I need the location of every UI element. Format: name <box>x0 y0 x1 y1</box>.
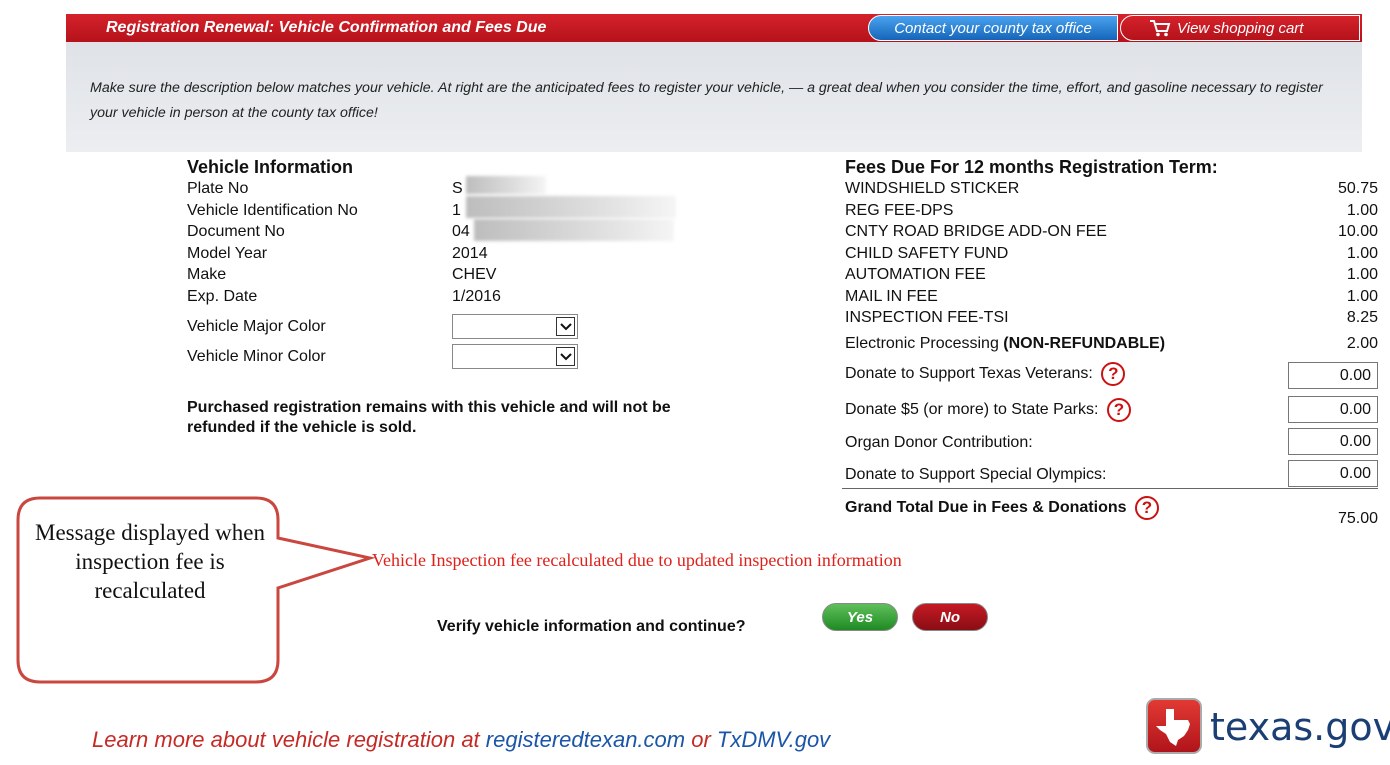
texas-gov-logo-icon <box>1146 698 1202 754</box>
txdmv-link[interactable]: TxDMV.gov <box>717 727 830 752</box>
redaction-blur <box>466 196 676 218</box>
model-year-value: 2014 <box>452 245 488 262</box>
fee-amount: 1.00 <box>1346 202 1378 219</box>
organ-donor-input[interactable]: 0.00 <box>1288 428 1378 455</box>
view-cart-button[interactable]: View shopping cart <box>1120 15 1360 41</box>
major-color-label: Vehicle Major Color <box>187 318 326 335</box>
model-year-label: Model Year <box>187 245 268 262</box>
fee-amount: 1.00 <box>1346 245 1378 262</box>
minor-color-select[interactable] <box>452 344 578 369</box>
plate-no-value: S <box>452 180 463 197</box>
fee-label: MAIL IN FEE <box>845 288 938 305</box>
make-value: CHEV <box>452 266 497 283</box>
vehicle-info-heading: Vehicle Information <box>187 157 354 177</box>
fee-label: AUTOMATION FEE <box>845 266 986 283</box>
exp-date-label: Exp. Date <box>187 288 258 305</box>
special-olympics-label: Donate to Support Special Olympics: <box>845 466 1107 483</box>
fee-amount: 1.00 <box>1346 288 1378 305</box>
document-no-label: Document No <box>187 223 285 240</box>
redaction-blur <box>474 219 674 241</box>
fee-amount: 50.75 <box>1337 180 1378 197</box>
electronic-processing-label: Electronic Processing (NON-REFUNDABLE) <box>845 333 1165 354</box>
exp-date-value: 1/2016 <box>452 288 501 305</box>
fee-amount: 10.00 <box>1337 223 1378 240</box>
recalculation-message: Vehicle Inspection fee recalculated due … <box>372 550 902 570</box>
footer-prefix: Learn more about vehicle registration at <box>92 727 486 752</box>
donation-state-parks-input[interactable]: 0.00 <box>1288 396 1378 423</box>
fee-label: CHILD SAFETY FUND <box>845 245 1009 262</box>
total-divider <box>842 488 1378 489</box>
intro-panel: Make sure the description below matches … <box>66 42 1362 152</box>
donation-label-text: Donate $5 (or more) to State Parks: <box>845 401 1099 419</box>
fee-label: INSPECTION FEE-TSI <box>845 309 1009 326</box>
document-no-value: 04 <box>452 223 470 240</box>
make-label: Make <box>187 266 227 283</box>
grand-total-label: Grand Total Due in Fees & Donations ? <box>845 496 1159 520</box>
electronic-processing-amount: 2.00 <box>1346 335 1378 352</box>
footer-text: Learn more about vehicle registration at… <box>92 727 830 753</box>
non-refundable-text: (NON-REFUNDABLE) <box>1003 335 1166 352</box>
major-color-select[interactable] <box>452 314 578 339</box>
verify-question: Verify vehicle information and continue? <box>437 618 746 635</box>
texas-gov-logo-text: texas.gov <box>1210 705 1390 749</box>
redaction-blur <box>466 176 546 194</box>
page-title: Registration Renewal: Vehicle Confirmati… <box>106 19 547 36</box>
grand-total-text: Grand Total Due in Fees & Donations <box>845 499 1127 517</box>
electronic-processing-text: Electronic Processing <box>845 335 999 352</box>
chevron-down-icon[interactable] <box>556 347 575 366</box>
chevron-down-icon[interactable] <box>556 317 575 336</box>
refund-notice: Purchased registration remains with this… <box>187 399 671 436</box>
callout-text: Message displayed when inspection fee is… <box>35 520 265 603</box>
fee-label: REG FEE-DPS <box>845 202 954 219</box>
fees-heading: Fees Due For 12 months Registration Term… <box>845 157 1218 177</box>
organ-donor-label: Organ Donor Contribution: <box>845 434 1033 451</box>
intro-text: Make sure the description below matches … <box>90 80 1323 121</box>
fee-label: CNTY ROAD BRIDGE ADD-ON FEE <box>845 223 1107 240</box>
registeredtexan-link[interactable]: registeredtexan.com <box>486 727 685 752</box>
yes-button[interactable]: Yes <box>822 603 898 631</box>
donation-veterans-input[interactable]: 0.00 <box>1288 362 1378 389</box>
vin-value: 1 <box>452 202 461 219</box>
plate-no-label: Plate No <box>187 180 249 197</box>
fee-label: WINDSHIELD STICKER <box>845 180 1020 197</box>
grand-total-amount: 75.00 <box>1337 510 1378 527</box>
shopping-cart-icon <box>1150 20 1171 37</box>
special-olympics-input[interactable]: 0.00 <box>1288 460 1378 487</box>
fee-amount: 1.00 <box>1346 266 1378 283</box>
view-cart-label: View shopping cart <box>1177 19 1304 37</box>
no-button[interactable]: No <box>912 603 988 631</box>
donation-veterans-label: Donate to Support Texas Veterans: ? <box>845 362 1126 386</box>
footer-middle: or <box>685 727 717 752</box>
minor-color-label: Vehicle Minor Color <box>187 348 326 365</box>
help-icon[interactable]: ? <box>1134 496 1159 520</box>
page-header-bar: Registration Renewal: Vehicle Confirmati… <box>66 14 1362 42</box>
donation-state-parks-label: Donate $5 (or more) to State Parks: ? <box>845 398 1131 422</box>
fee-amount: 8.25 <box>1346 309 1378 326</box>
help-icon[interactable]: ? <box>1101 362 1126 386</box>
vin-label: Vehicle Identification No <box>187 202 358 219</box>
contact-county-button[interactable]: Contact your county tax office <box>868 15 1118 41</box>
donation-label-text: Donate to Support Texas Veterans: <box>845 365 1093 383</box>
help-icon[interactable]: ? <box>1106 398 1131 422</box>
